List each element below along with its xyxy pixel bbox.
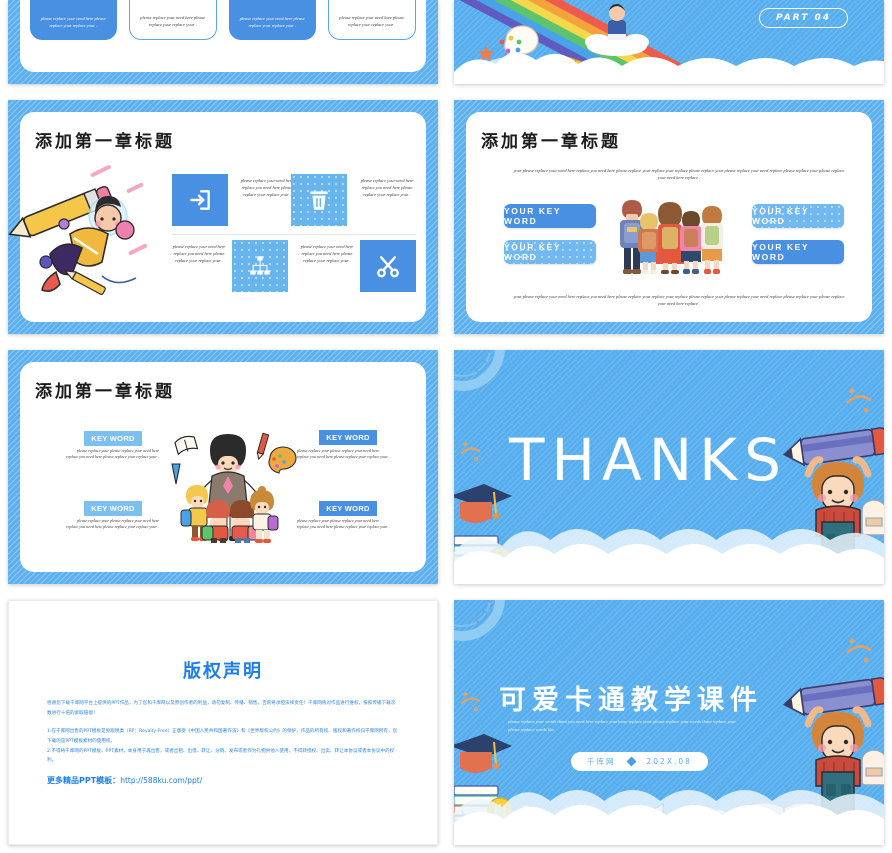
doodle-swirl-icon: [846, 638, 872, 663]
copyright-paragraph: 1.在千库网出售的PPT模板是免版税类（RF：Royalty-Free）正版受《…: [47, 729, 398, 744]
thumbnail-cell-thanks[interactable]: THANKS: [446, 342, 892, 592]
thumbnail-cell-teacher[interactable]: 添加第一章标题 KEY WORD please replace your ple…: [0, 342, 446, 592]
cloud-band-illustration: [454, 529, 884, 584]
keyword-tab[interactable]: KEY WORD: [319, 430, 377, 445]
more-templates-link[interactable]: 更多精品PPT模板：http://588ku.com/ppt/: [47, 775, 399, 786]
icon-tile-login[interactable]: [172, 174, 228, 226]
trash-icon: [310, 191, 328, 210]
clock-arc-decoration: [454, 600, 505, 641]
slide-teacher[interactable]: 添加第一章标题 KEY WORD please replace your ple…: [8, 350, 438, 584]
keyword-body: please replace your please replace your …: [66, 448, 159, 460]
copyright-body: 感谢您下载千库网平台上提供的PPT作品，为了您和千库网以及原创作者的利益，请勿复…: [47, 699, 399, 766]
icon-tile-text: please replace your need here replace yo…: [172, 244, 226, 263]
part-badge[interactable]: PART 04: [758, 8, 848, 28]
cloud-band-illustration: [454, 790, 884, 845]
slide-copyright[interactable]: 版权声明 感谢您下载千库网平台上提供的PPT作品，为了您和千库网以及原创作者的利…: [8, 600, 438, 845]
slide-part-cover[interactable]: PART 04: [454, 0, 884, 84]
icon-tile-text: please replace your need here replace yo…: [240, 178, 294, 197]
card-text: please replace your need here please rep…: [339, 15, 405, 28]
keyword-pill[interactable]: YOUR KEY WORD: [752, 240, 844, 264]
thumbnail-cell-icons[interactable]: 添加第一章标题 please replace your need here re…: [0, 92, 446, 342]
keyword-body: please replace your please replace your …: [66, 518, 159, 530]
doodle-swirl-icon: [846, 388, 872, 413]
card-text: please replace your need here please rep…: [140, 15, 206, 28]
slide-thumbnail-grid: please replace your need here please rep…: [0, 0, 892, 853]
keyword-pill[interactable]: YOUR KEY WORD: [504, 204, 596, 228]
doodle-swirl-icon: [460, 442, 481, 461]
cover-title: 可爱卡通教学课件: [499, 685, 763, 716]
icon-tile-hierarchy[interactable]: [232, 240, 288, 292]
page-title: 添加第一章标题: [35, 382, 175, 402]
keyword-body: please replace your please replace your …: [297, 448, 390, 460]
diamond-icon: [626, 756, 636, 767]
thanks-heading: THANKS: [509, 426, 788, 494]
copyright-paragraph: 2.不得将千库网的PPT模板、PPT素材，本身用于再出售，或者出租、出借、转让、…: [47, 748, 395, 764]
scissors-icon: [377, 256, 399, 278]
slide-icon-grid[interactable]: 添加第一章标题 please replace your need here re…: [8, 100, 438, 334]
cover-date-label: 202X.08: [646, 757, 692, 766]
icon-tile-trash[interactable]: [291, 174, 347, 226]
card-item[interactable]: please replace your need here please rep…: [229, 0, 316, 40]
thumbnail-cell-copyright[interactable]: 版权声明 感谢您下载千库网平台上提供的PPT作品，为了您和千库网以及原创作者的利…: [0, 592, 446, 853]
keyword-pill[interactable]: YOUR KEY WORD: [504, 240, 596, 264]
more-templates-label: 更多精品PPT模板：: [47, 775, 121, 785]
slide-cover[interactable]: 可爱卡通教学课件 please replace your words thant…: [454, 600, 884, 845]
card-row: please replace your need here please rep…: [30, 0, 416, 40]
teacher-and-children-illustration: [171, 432, 297, 543]
icon-tile-scissors[interactable]: [360, 240, 416, 292]
more-templates-url[interactable]: http://588ku.com/ppt/: [120, 776, 202, 785]
doodle-swirl-icon: [460, 692, 481, 711]
page-title: 添加第一章标题: [35, 132, 175, 152]
copyright-title: 版权声明: [183, 661, 263, 682]
login-arrow-icon: [190, 190, 210, 210]
icon-tile-text: please replace your need here replace yo…: [300, 244, 354, 263]
divider: [172, 234, 416, 235]
copyright-paragraph: 感谢您下载千库网平台上提供的PPT作品，为了您和千库网以及原创作者的利益，请勿复…: [47, 701, 396, 716]
card-item[interactable]: please replace your need here please rep…: [128, 0, 217, 40]
cover-source-label: 千库网: [587, 757, 616, 766]
keyword-body: please replace your please replace your …: [297, 518, 390, 530]
slide-keywords[interactable]: 添加第一章标题 your please replace your need he…: [454, 100, 884, 334]
keyword-tab[interactable]: KEY WORD: [84, 431, 142, 446]
pencil-rocket-kid-illustration: [8, 165, 148, 295]
card-text: please replace your need here please rep…: [40, 16, 106, 29]
slide-cards[interactable]: please replace your need here please rep…: [8, 0, 438, 84]
thumbnail-cell-cover[interactable]: 可爱卡通教学课件 please replace your words thant…: [446, 592, 892, 853]
cloud-band-illustration: [454, 53, 884, 84]
keyword-tab[interactable]: KEY WORD: [84, 501, 142, 516]
keyword-pill[interactable]: YOUR KEY WORD: [752, 204, 844, 228]
thumbnail-cell-part-cover[interactable]: PART 04: [446, 0, 892, 92]
thumbnail-cell-cards[interactable]: please replace your need here please rep…: [0, 0, 446, 92]
cover-subtitle: please replace your words thant you need…: [508, 719, 737, 733]
students-group-illustration: [620, 200, 723, 274]
icon-tile-text: please replace your need here replace yo…: [360, 178, 414, 197]
card-item[interactable]: please replace your need here please rep…: [327, 0, 416, 40]
slide-thanks[interactable]: THANKS: [454, 350, 884, 584]
intro-paragraph: your please replace your need here repla…: [513, 168, 845, 180]
thumbnail-cell-keywords[interactable]: 添加第一章标题 your please replace your need he…: [446, 92, 892, 342]
clock-arc-decoration: [454, 350, 505, 391]
card-item[interactable]: please replace your need here please rep…: [30, 0, 117, 40]
keyword-tab[interactable]: KEY WORD: [319, 501, 377, 516]
cover-source-badge[interactable]: 千库网 202X.08: [571, 752, 708, 771]
hierarchy-icon: [250, 256, 270, 275]
outro-paragraph: your please replace your need here repla…: [513, 294, 845, 306]
page-title: 添加第一章标题: [481, 132, 621, 152]
card-text: please replace your need here please rep…: [239, 16, 305, 29]
